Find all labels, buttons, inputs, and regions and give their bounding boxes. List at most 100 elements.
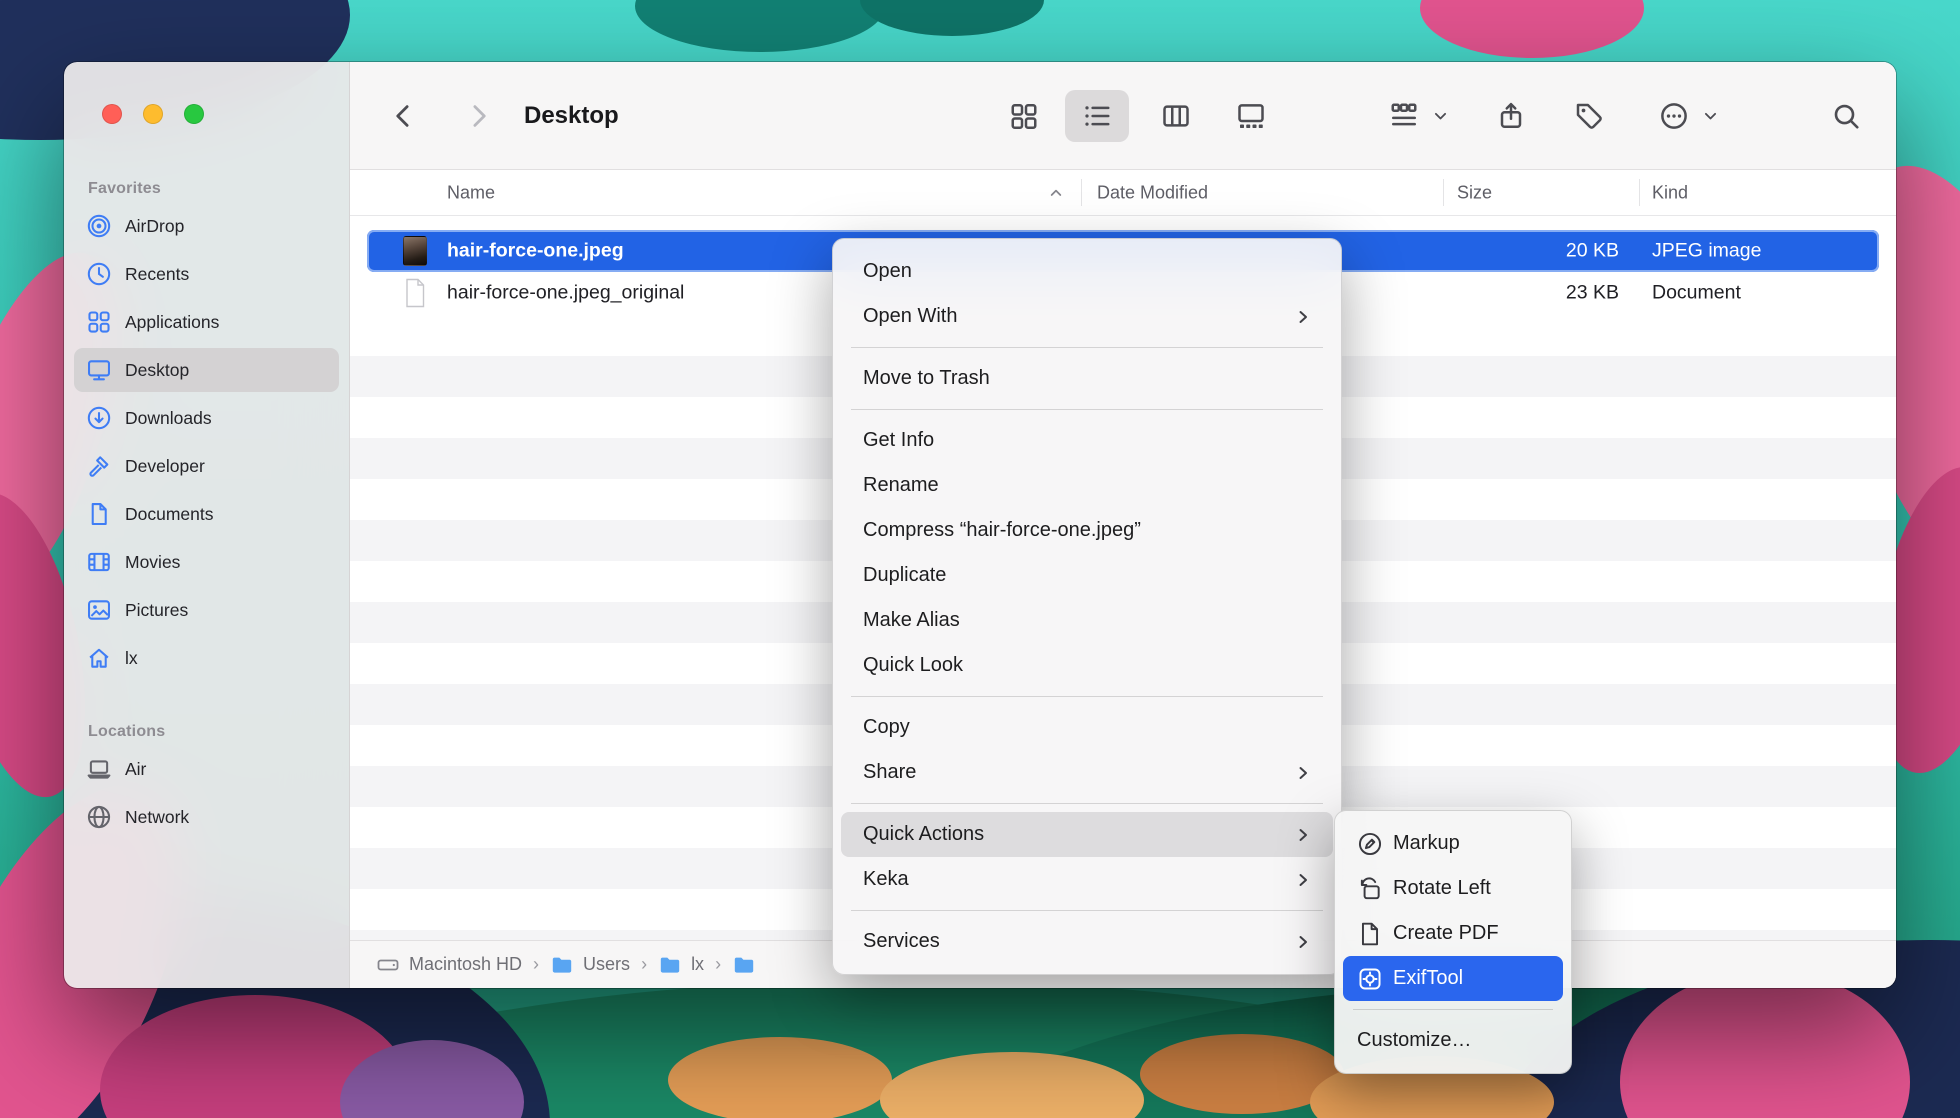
sidebar-item-lx-home[interactable]: lx	[74, 636, 339, 680]
more-options-button[interactable]	[1659, 101, 1689, 131]
sidebar-item-developer[interactable]: Developer	[74, 444, 339, 488]
sidebar-item-recents[interactable]: Recents	[74, 252, 339, 296]
sort-ascending-icon[interactable]	[1048, 185, 1064, 201]
menu-item-label: Quick Actions	[863, 823, 984, 846]
forward-button[interactable]	[463, 101, 493, 131]
toolbar: Desktop	[350, 62, 1896, 170]
submenu-chevron-icon	[1295, 934, 1311, 950]
column-header-date-modified[interactable]: Date Modified	[1097, 182, 1208, 203]
sidebar-item-label: Recents	[125, 264, 189, 285]
list-view-button[interactable]	[1082, 101, 1112, 131]
menu-item-move-to-trash[interactable]: Move to Trash	[841, 356, 1333, 401]
menu-item-rename[interactable]: Rename	[841, 463, 1333, 508]
column-divider[interactable]	[1081, 179, 1082, 206]
path-item-lx[interactable]: lx	[658, 953, 704, 977]
menu-separator	[851, 910, 1323, 911]
submenu-item-customize[interactable]: Customize…	[1343, 1018, 1563, 1063]
menu-item-open-with[interactable]: Open With	[841, 294, 1333, 339]
path-item-users[interactable]: Users	[550, 953, 630, 977]
share-button[interactable]	[1496, 101, 1526, 131]
menu-item-quick-look[interactable]: Quick Look	[841, 643, 1333, 688]
submenu-chevron-icon	[1295, 827, 1311, 843]
sidebar-item-pictures[interactable]: Pictures	[74, 588, 339, 632]
menu-item-duplicate[interactable]: Duplicate	[841, 553, 1333, 598]
column-view-button[interactable]	[1161, 101, 1191, 131]
column-header-name[interactable]: Name	[447, 182, 495, 203]
zoom-button[interactable]	[184, 104, 204, 124]
sidebar-item-desktop[interactable]: Desktop	[74, 348, 339, 392]
submenu-item-rotate-left[interactable]: Rotate Left	[1343, 866, 1563, 911]
menu-item-label: Compress “hair-force-one.jpeg”	[863, 519, 1141, 542]
menu-item-label: Duplicate	[863, 564, 946, 587]
sidebar-item-documents[interactable]: Documents	[74, 492, 339, 536]
path-item-label: lx	[691, 954, 704, 975]
path-item-macintosh-hd[interactable]: Macintosh HD	[376, 953, 522, 977]
minimize-button[interactable]	[143, 104, 163, 124]
menu-separator	[851, 409, 1323, 410]
submenu-item-exiftool[interactable]: ExifTool	[1343, 956, 1563, 1001]
menu-item-label: Rename	[863, 474, 939, 497]
file-kind: JPEG image	[1652, 240, 1761, 263]
sidebar-item-downloads[interactable]: Downloads	[74, 396, 339, 440]
quick-actions-submenu: Markup Rotate Left Create PDF ExifTool C…	[1334, 810, 1572, 1074]
chevron-down-icon	[1432, 107, 1449, 124]
submenu-item-markup[interactable]: Markup	[1343, 821, 1563, 866]
group-view-chevron[interactable]	[1432, 107, 1449, 124]
search-button[interactable]	[1831, 101, 1861, 131]
submenu-item-create-pdf[interactable]: Create PDF	[1343, 911, 1563, 956]
column-divider[interactable]	[1639, 179, 1640, 206]
menu-item-label: Open	[863, 260, 912, 283]
tags-button[interactable]	[1574, 101, 1604, 131]
sidebar-item-network[interactable]: Network	[74, 795, 339, 839]
context-menu: Open Open With Move to Trash Get Info Re…	[832, 238, 1342, 975]
icon-view-button[interactable]	[1009, 101, 1039, 131]
menu-item-copy[interactable]: Copy	[841, 705, 1333, 750]
menu-item-label: Rotate Left	[1393, 877, 1491, 900]
file-size: 23 KB	[1566, 282, 1619, 305]
menu-item-open[interactable]: Open	[841, 249, 1333, 294]
group-view-icon	[1389, 101, 1419, 131]
gallery-view-button[interactable]	[1236, 101, 1266, 131]
close-button[interactable]	[102, 104, 122, 124]
column-header-size[interactable]: Size	[1457, 182, 1492, 203]
submenu-chevron-icon	[1295, 309, 1311, 325]
sidebar-item-air[interactable]: Air	[74, 747, 339, 791]
column-header-kind[interactable]: Kind	[1652, 182, 1688, 203]
menu-item-compress[interactable]: Compress “hair-force-one.jpeg”	[841, 508, 1333, 553]
sidebar-item-airdrop[interactable]: AirDrop	[74, 204, 339, 248]
rotate-left-icon	[1357, 876, 1383, 902]
chevron-left-icon	[389, 101, 419, 131]
menu-item-get-info[interactable]: Get Info	[841, 418, 1333, 463]
file-kind: Document	[1652, 282, 1741, 305]
sidebar-item-label: Desktop	[125, 360, 189, 381]
globe-icon	[86, 804, 112, 830]
more-options-chevron[interactable]	[1702, 107, 1719, 124]
exiftool-icon	[1357, 966, 1383, 992]
back-button[interactable]	[389, 101, 419, 131]
sidebar-item-label: Documents	[125, 504, 214, 525]
menu-item-label: Services	[863, 930, 940, 953]
menu-item-label: Get Info	[863, 429, 934, 452]
airdrop-icon	[86, 213, 112, 239]
menu-item-make-alias[interactable]: Make Alias	[841, 598, 1333, 643]
sidebar-item-movies[interactable]: Movies	[74, 540, 339, 584]
menu-item-label: Copy	[863, 716, 910, 739]
search-icon	[1831, 101, 1861, 131]
group-view-button[interactable]	[1389, 101, 1419, 131]
menu-item-keka[interactable]: Keka	[841, 857, 1333, 902]
menu-item-share[interactable]: Share	[841, 750, 1333, 795]
path-item-truncated[interactable]	[732, 953, 765, 977]
menu-item-quick-actions[interactable]: Quick Actions	[841, 812, 1333, 857]
sidebar-item-label: AirDrop	[125, 216, 184, 237]
file-name: hair-force-one.jpeg_original	[447, 282, 684, 305]
sidebar-item-label: Pictures	[125, 600, 188, 621]
list-view-icon	[1082, 101, 1112, 131]
hard-drive-icon	[376, 953, 400, 977]
sidebar-item-applications[interactable]: Applications	[74, 300, 339, 344]
column-divider[interactable]	[1443, 179, 1444, 206]
path-separator-icon: ›	[715, 954, 721, 975]
clock-icon	[86, 261, 112, 287]
document-icon	[86, 501, 112, 527]
menu-separator	[851, 347, 1323, 348]
menu-item-services[interactable]: Services	[841, 919, 1333, 964]
